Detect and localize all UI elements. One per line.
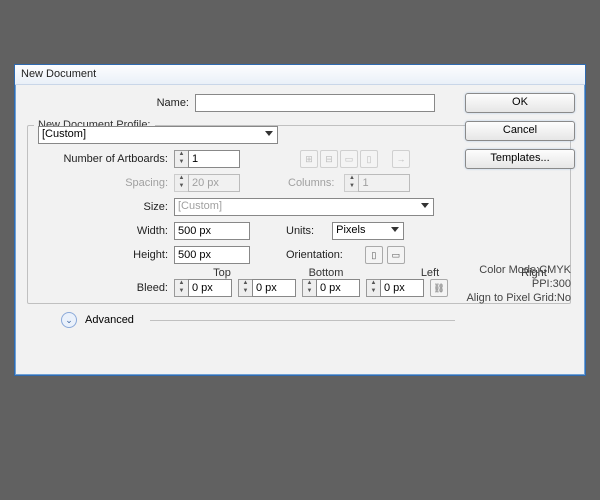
width-label: Width: [34, 225, 174, 237]
spacing-stepper: ▲▼ [174, 174, 240, 192]
advanced-divider [150, 320, 455, 321]
spacing-label: Spacing: [34, 177, 174, 189]
orientation-group: Orientation: ▯ ▭ [286, 246, 405, 264]
side-panel: OK Cancel Templates... [465, 93, 575, 177]
info-ppi: PPI:300 [459, 277, 571, 291]
info-colormode: Color Mode:CMYK [459, 263, 571, 277]
bleed-left-header: Left [400, 267, 460, 279]
artboards-stepper[interactable]: ▲▼ [174, 150, 240, 168]
columns-label: Columns: [288, 177, 340, 189]
chevron-down-icon [391, 227, 399, 232]
row-name: Name: [25, 91, 455, 115]
new-document-dialog: New Document Name: New Document Profile:… [14, 64, 586, 376]
stepper-knob-icon[interactable]: ▲▼ [302, 279, 316, 297]
bleed-bottom-header: Bottom [296, 267, 356, 279]
stepper-knob-icon[interactable]: ▲▼ [238, 279, 252, 297]
columns-group: Columns: ▲▼ [288, 174, 410, 192]
cancel-button[interactable]: Cancel [465, 121, 575, 141]
info-block: Color Mode:CMYK PPI:300 Align to Pixel G… [459, 263, 571, 305]
columns-stepper: ▲▼ [344, 174, 410, 192]
chevron-down-icon [421, 203, 429, 208]
advanced-toggle-icon[interactable]: ⌄ [61, 312, 77, 328]
stepper-knob-icon[interactable]: ▲▼ [366, 279, 380, 297]
bleed-left-input[interactable] [316, 279, 360, 297]
bleed-top-header: Top [192, 267, 252, 279]
bleed-right-stepper[interactable]: ▲▼ [366, 279, 424, 297]
stepper-knob-icon[interactable]: ▲▼ [174, 279, 188, 297]
units-group: Units: Pixels [286, 222, 404, 240]
bleed-bottom-input[interactable] [252, 279, 296, 297]
grid-by-column-icon: ⊟ [320, 150, 338, 168]
artboards-label: Number of Artboards: [34, 153, 174, 165]
height-label: Height: [34, 249, 174, 261]
orientation-landscape-icon[interactable]: ▭ [387, 246, 405, 264]
chevron-down-icon [265, 131, 273, 136]
units-label: Units: [286, 225, 332, 237]
bleed-top-input[interactable] [188, 279, 232, 297]
orientation-label: Orientation: [286, 249, 349, 261]
advanced-label: Advanced [85, 314, 134, 326]
bleed-top-stepper[interactable]: ▲▼ [174, 279, 232, 297]
arrange-row-icon: ▭ [340, 150, 358, 168]
stepper-knob-icon: ▲▼ [344, 174, 358, 192]
stepper-knob-icon[interactable]: ▲▼ [174, 150, 188, 168]
dialog-content: Name: New Document Profile: [Custom] Num… [21, 87, 579, 369]
bleed-right-input[interactable] [380, 279, 424, 297]
width-input[interactable] [174, 222, 250, 240]
templates-button[interactable]: Templates... [465, 149, 575, 169]
height-input[interactable] [174, 246, 250, 264]
ok-button[interactable]: OK [465, 93, 575, 113]
arrange-column-icon: ▯ [360, 150, 378, 168]
link-bleed-icon[interactable]: ⛓ [430, 279, 448, 297]
arrow-right-icon: → [392, 150, 410, 168]
info-grid: Align to Pixel Grid:No [459, 291, 571, 305]
spacing-input [188, 174, 240, 192]
units-select-value: Pixels [336, 224, 365, 236]
stepper-knob-icon: ▲▼ [174, 174, 188, 192]
columns-input [358, 174, 410, 192]
row-width: Width: Units: Pixels [34, 219, 564, 243]
units-select[interactable]: Pixels [332, 222, 404, 240]
orientation-portrait-icon[interactable]: ▯ [365, 246, 383, 264]
bleed-bottom-stepper[interactable]: ▲▼ [238, 279, 296, 297]
artboards-input[interactable] [188, 150, 240, 168]
profile-select-value: [Custom] [42, 128, 86, 140]
bleed-label: Bleed: [34, 282, 174, 294]
name-label: Name: [25, 97, 195, 109]
grid-by-row-icon: ⊞ [300, 150, 318, 168]
size-select[interactable]: [Custom] [174, 198, 434, 216]
advanced-row: ⌄ Advanced [61, 312, 455, 328]
profile-select[interactable]: [Custom] [38, 126, 278, 144]
row-size: Size: [Custom] [34, 195, 564, 219]
size-label: Size: [34, 201, 174, 213]
main-panel: Name: New Document Profile: [Custom] Num… [25, 91, 455, 379]
bleed-left-stepper[interactable]: ▲▼ [302, 279, 360, 297]
artboard-arrange-group: ⊞ ⊟ ▭ ▯ [300, 150, 378, 168]
name-input[interactable] [195, 94, 435, 112]
size-select-value: [Custom] [178, 200, 222, 212]
dialog-title: New Document [15, 65, 585, 85]
